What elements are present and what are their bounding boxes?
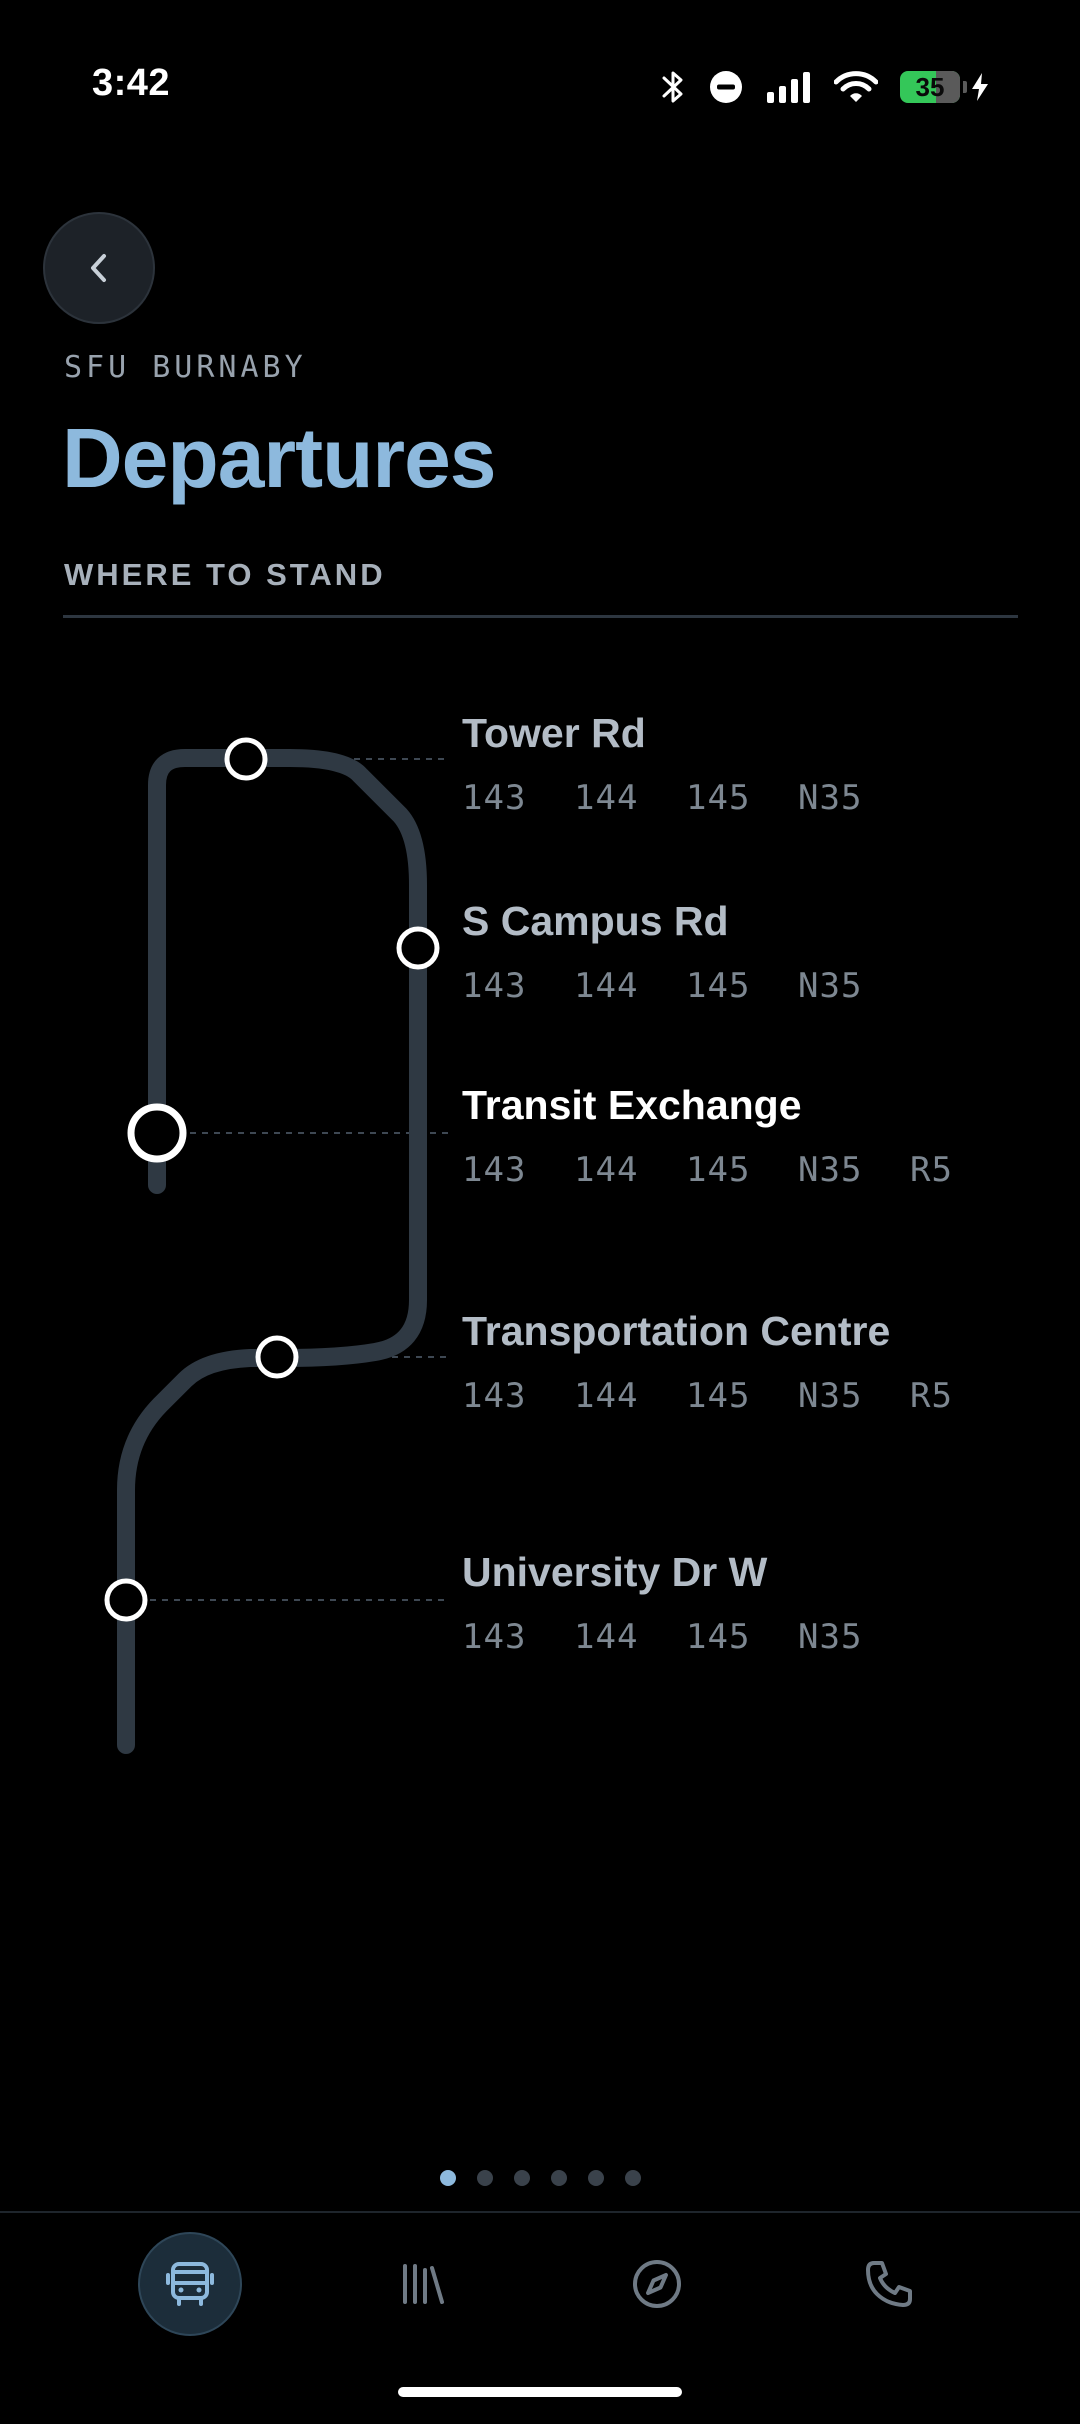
route-number: 145 bbox=[686, 1150, 751, 1190]
nav-tab-contact[interactable] bbox=[837, 2232, 941, 2336]
stop-marker-transit-exchange[interactable] bbox=[127, 1103, 187, 1163]
stop-marker-transportation-centre[interactable] bbox=[255, 1335, 299, 1379]
route-number: R5 bbox=[910, 1150, 953, 1190]
phone-icon bbox=[866, 2261, 912, 2307]
nav-tab-explore[interactable] bbox=[605, 2232, 709, 2336]
route-number: 145 bbox=[686, 966, 751, 1006]
route-number: 143 bbox=[462, 1376, 527, 1416]
route-number: N35 bbox=[798, 1617, 863, 1657]
route-number: 143 bbox=[462, 966, 527, 1006]
route-number: N35 bbox=[798, 1376, 863, 1416]
route-number: N35 bbox=[798, 1150, 863, 1190]
stop-routes-university-dr-w: 143 144 145 N35 bbox=[462, 1617, 910, 1657]
stop-marker-s-campus-rd[interactable] bbox=[396, 926, 440, 970]
stop-routes-tower-rd: 143 144 145 N35 bbox=[462, 778, 910, 818]
page-dot[interactable] bbox=[476, 2170, 493, 2186]
bus-icon bbox=[166, 2262, 214, 2306]
nav-tab-departures[interactable] bbox=[138, 2232, 242, 2336]
stop-name-transit-exchange[interactable]: Transit Exchange bbox=[462, 1082, 802, 1129]
library-icon bbox=[403, 2264, 444, 2304]
page-dot[interactable] bbox=[550, 2170, 567, 2186]
route-number: 144 bbox=[574, 778, 639, 818]
page-indicator bbox=[0, 2170, 1080, 2186]
home-indicator[interactable] bbox=[398, 2387, 682, 2397]
route-number: N35 bbox=[798, 778, 863, 818]
route-number: 144 bbox=[574, 1376, 639, 1416]
route-number: 144 bbox=[574, 1150, 639, 1190]
stop-routes-transportation-centre: 143 144 145 N35 R5 bbox=[462, 1376, 1022, 1416]
page-dot[interactable] bbox=[624, 2170, 641, 2186]
page-dot[interactable] bbox=[587, 2170, 604, 2186]
route-line bbox=[117, 749, 427, 1754]
route-number: 143 bbox=[462, 1617, 527, 1657]
leader-lines bbox=[150, 758, 450, 1601]
page-dot[interactable] bbox=[513, 2170, 530, 2186]
route-number: R5 bbox=[910, 1376, 953, 1416]
route-number: 145 bbox=[686, 1617, 751, 1657]
stop-routes-s-campus-rd: 143 144 145 N35 bbox=[462, 966, 910, 1006]
page-dot[interactable] bbox=[439, 2170, 456, 2186]
stop-routes-transit-exchange: 143 144 145 N35 R5 bbox=[462, 1150, 1022, 1190]
route-number: 144 bbox=[574, 1617, 639, 1657]
route-number: 145 bbox=[686, 778, 751, 818]
nav-divider bbox=[0, 2211, 1080, 2213]
compass-icon bbox=[633, 2260, 681, 2308]
route-number: 143 bbox=[462, 778, 527, 818]
stop-name-university-dr-w[interactable]: University Dr W bbox=[462, 1549, 767, 1596]
nav-tab-library[interactable] bbox=[371, 2232, 475, 2336]
stop-name-transportation-centre[interactable]: Transportation Centre bbox=[462, 1308, 890, 1355]
stop-name-s-campus-rd[interactable]: S Campus Rd bbox=[462, 898, 729, 945]
route-number: N35 bbox=[798, 966, 863, 1006]
bottom-nav bbox=[0, 2232, 1080, 2342]
route-number: 144 bbox=[574, 966, 639, 1006]
stop-marker-university-dr-w[interactable] bbox=[104, 1578, 148, 1622]
route-number: 145 bbox=[686, 1376, 751, 1416]
stop-marker-tower-rd[interactable] bbox=[224, 737, 268, 781]
stop-name-tower-rd[interactable]: Tower Rd bbox=[462, 710, 646, 757]
route-number: 143 bbox=[462, 1150, 527, 1190]
